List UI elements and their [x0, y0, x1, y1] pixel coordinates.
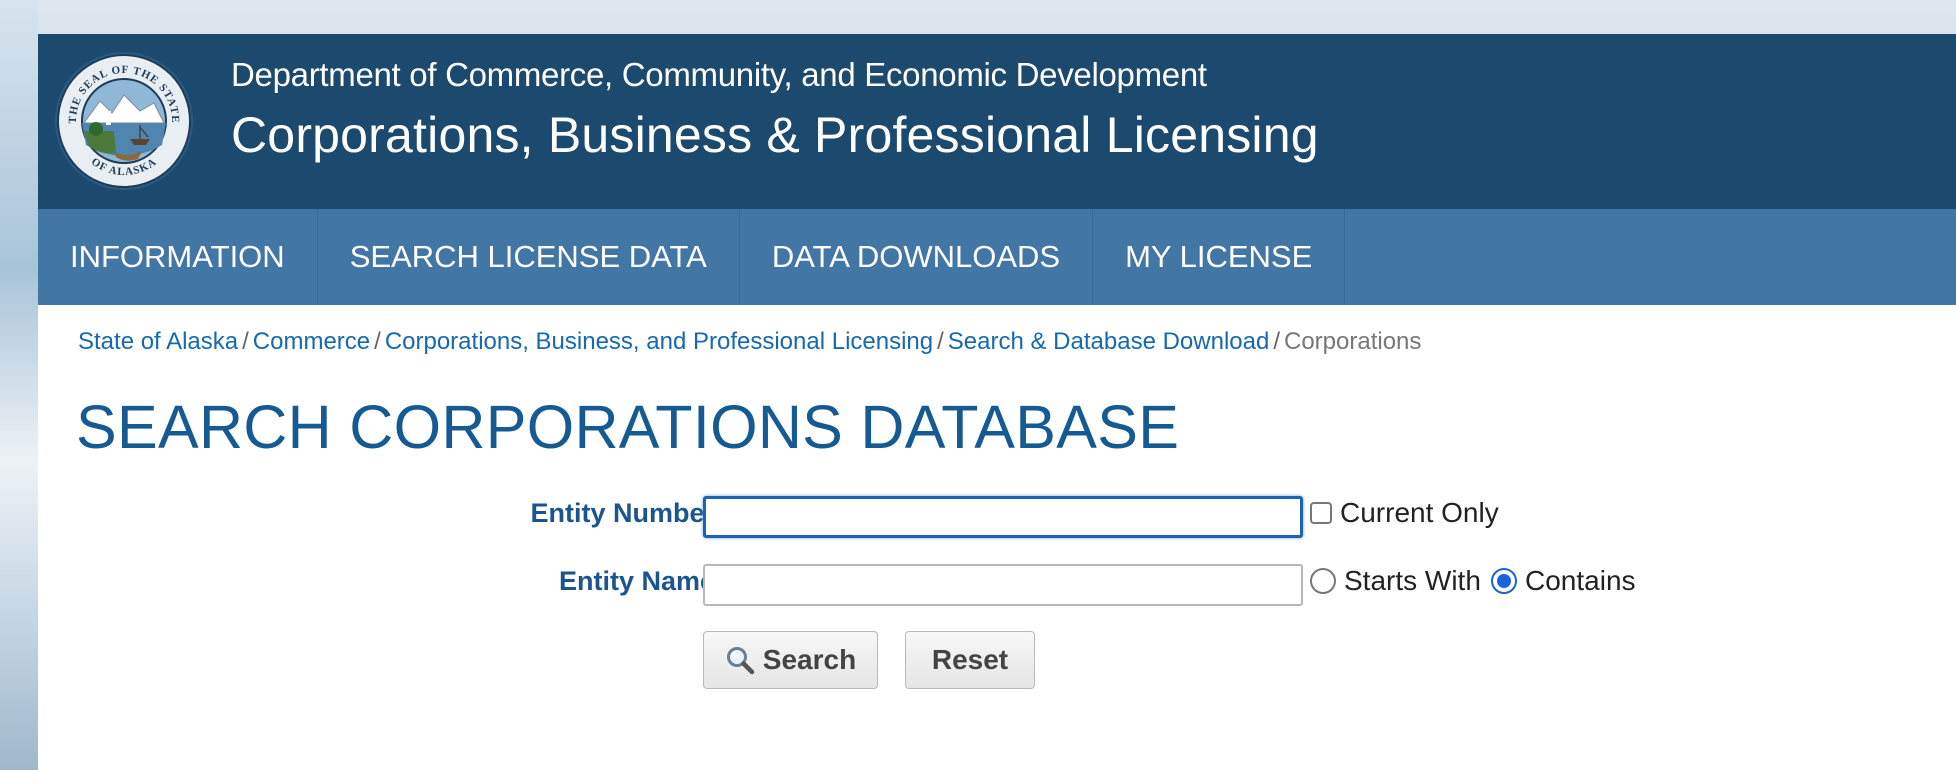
- starts-with-option[interactable]: Starts With: [1310, 565, 1481, 597]
- reset-button[interactable]: Reset: [905, 631, 1035, 689]
- search-button[interactable]: Search: [703, 631, 878, 689]
- current-only-option[interactable]: Current Only: [1310, 497, 1499, 529]
- breadcrumb-separator: /: [937, 328, 944, 355]
- background-edge: [0, 0, 38, 770]
- site-header: THE SEAL OF THE STATE OF ALASKA Departme…: [38, 34, 1956, 209]
- current-only-checkbox[interactable]: [1310, 502, 1332, 524]
- page-frame: THE SEAL OF THE STATE OF ALASKA Departme…: [38, 34, 1956, 770]
- magnifying-glass-icon: [725, 645, 755, 675]
- reset-button-label: Reset: [931, 644, 1009, 675]
- breadcrumb-separator: /: [1273, 328, 1280, 355]
- state-seal-icon[interactable]: THE SEAL OF THE STATE OF ALASKA: [54, 51, 194, 191]
- breadcrumb-search-database-download[interactable]: Search & Database Download: [948, 328, 1270, 355]
- current-only-label[interactable]: Current Only: [1340, 497, 1499, 529]
- contains-radio[interactable]: [1491, 568, 1517, 594]
- starts-with-radio[interactable]: [1310, 568, 1336, 594]
- division-name[interactable]: Corporations, Business & Professional Li…: [231, 106, 1319, 164]
- main-nav: INFORMATION SEARCH LICENSE DATA DATA DOW…: [38, 209, 1956, 305]
- contains-option[interactable]: Contains: [1491, 565, 1636, 597]
- breadcrumb-current: Corporations: [1284, 328, 1422, 355]
- nav-item-information[interactable]: INFORMATION: [38, 209, 318, 305]
- contains-label[interactable]: Contains: [1525, 565, 1636, 597]
- department-name: Department of Commerce, Community, and E…: [231, 56, 1207, 93]
- nav-item-search-license-data[interactable]: SEARCH LICENSE DATA: [318, 209, 740, 305]
- starts-with-label[interactable]: Starts With: [1344, 565, 1481, 597]
- page-title: SEARCH CORPORATIONS DATABASE: [76, 393, 1180, 461]
- breadcrumb-cbpl[interactable]: Corporations, Business, and Professional…: [385, 328, 933, 355]
- entity-name-input[interactable]: [703, 564, 1303, 606]
- entity-number-input[interactable]: [703, 496, 1303, 538]
- breadcrumb: State of Alaska / Commerce / Corporations, B…: [78, 328, 1421, 356]
- breadcrumb-state-of-alaska[interactable]: State of Alaska: [78, 328, 238, 355]
- entity-number-label: Entity Number:: [530, 498, 724, 528]
- breadcrumb-commerce[interactable]: Commerce: [253, 328, 370, 355]
- nav-item-my-license[interactable]: MY LICENSE: [1093, 209, 1346, 305]
- breadcrumb-separator: /: [242, 328, 249, 355]
- search-button-label: Search: [762, 644, 857, 675]
- entity-name-label: Entity Name:: [558, 566, 724, 596]
- nav-item-data-downloads[interactable]: DATA DOWNLOADS: [740, 209, 1094, 305]
- breadcrumb-separator: /: [374, 328, 381, 355]
